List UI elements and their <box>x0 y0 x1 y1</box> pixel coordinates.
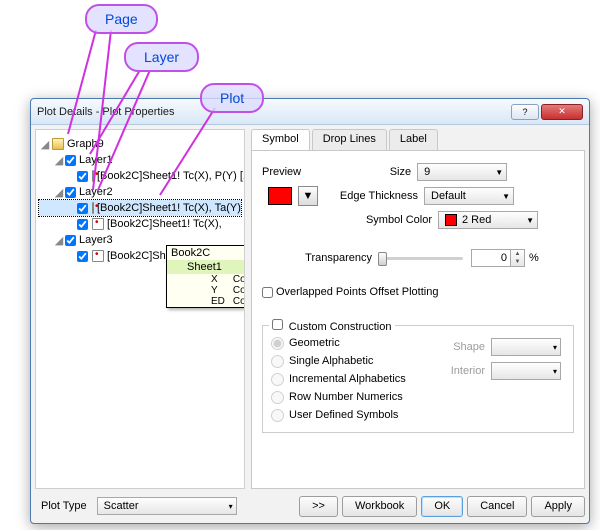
custom-checkbox[interactable] <box>272 319 283 330</box>
radio-incremental: Incremental Alphabetics <box>271 370 415 388</box>
callout-plot: Plot <box>200 83 264 113</box>
cancel-button[interactable]: Cancel <box>467 496 527 517</box>
radio-geometric: Geometric <box>271 334 415 352</box>
overlap-label: Overlapped Points Offset Plotting <box>276 286 438 298</box>
interior-label: Interior <box>415 365 485 377</box>
interior-select: ▾ <box>491 362 561 380</box>
custom-title: Custom Construction <box>289 321 392 333</box>
radio-rownum: Row Number Numerics <box>271 388 415 406</box>
radio-user: User Defined Symbols <box>271 406 415 424</box>
overlap-checkbox[interactable] <box>262 287 273 298</box>
ok-button[interactable]: OK <box>421 496 463 517</box>
workbook-button[interactable]: Workbook <box>342 496 417 517</box>
callout-layer: Layer <box>124 42 199 72</box>
shape-select: ▾ <box>491 338 561 356</box>
apply-button[interactable]: Apply <box>531 496 585 517</box>
bottom-bar: Plot Type Scatter▾ >> Workbook OK Cancel… <box>35 493 585 519</box>
chevron-down-icon: ▾ <box>229 502 233 511</box>
plottype-select[interactable]: Scatter▾ <box>97 497 237 515</box>
radio-single-alpha: Single Alphabetic <box>271 352 415 370</box>
callout-page: Page <box>85 4 158 34</box>
custom-construction-group: Custom Construction Geometric Single Alp… <box>262 325 574 433</box>
plottype-label: Plot Type <box>41 500 87 512</box>
shape-label: Shape <box>415 341 485 353</box>
collapse-button[interactable]: >> <box>299 496 338 517</box>
